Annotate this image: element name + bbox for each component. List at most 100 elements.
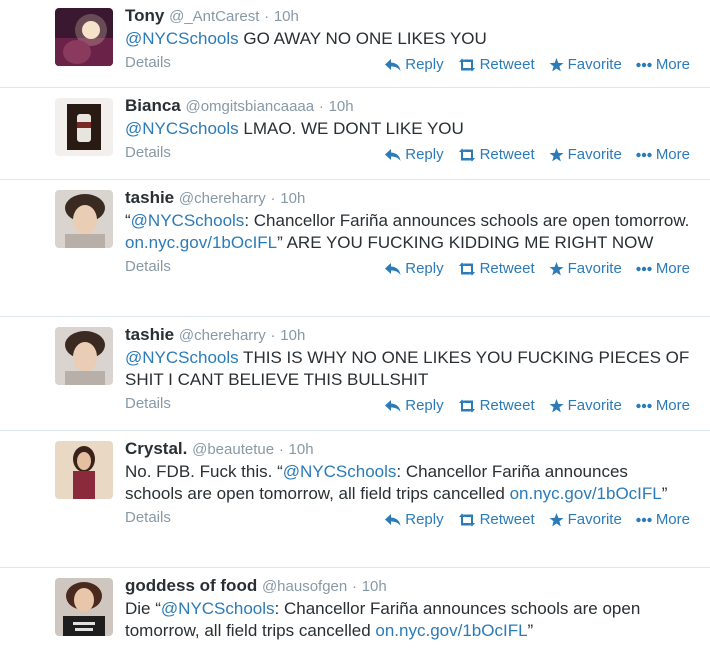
tweet-text: “@NYCSchools: Chancellor Fariña announce… (125, 210, 690, 254)
avatar[interactable] (55, 327, 113, 385)
retweet-label: Retweet (479, 146, 535, 163)
tweet-footer: Details Reply Retweet Favorite More (125, 393, 690, 419)
tweet-item[interactable]: Crystal. @beautetue · 10h No. FDB. Fuck … (0, 431, 710, 568)
more-button[interactable]: More (636, 146, 690, 163)
retweet-button[interactable]: Retweet (458, 397, 535, 414)
retweet-label: Retweet (479, 511, 535, 528)
more-dots-icon (636, 403, 652, 408)
tweet-item[interactable]: tashie @chereharry · 10h “@NYCSchools: C… (0, 180, 710, 317)
more-label: More (655, 260, 690, 277)
mention-link[interactable]: @NYCSchools (161, 599, 275, 618)
user-name[interactable]: Crystal. (125, 439, 187, 458)
tweet-text-segment: ” (527, 621, 534, 640)
tweet-footer: Details Reply Retweet Favorite More (125, 507, 690, 533)
mention-link[interactable]: @NYCSchools (125, 348, 239, 367)
url-link[interactable]: on.nyc.gov/1bOcIFL (510, 484, 662, 503)
tweet-text: No. FDB. Fuck this. “@NYCSchools: Chance… (125, 461, 690, 505)
tweet-footer: Details Reply Retweet Favorite More (125, 256, 690, 282)
more-label: More (655, 56, 690, 73)
more-dots-icon (636, 266, 652, 271)
details-link[interactable]: Details (125, 144, 171, 161)
reply-button[interactable]: Reply (385, 397, 444, 414)
tweet-footer: Details Reply Retweet Favorite More (125, 142, 690, 168)
tweet-text-segment: Die “ (125, 599, 161, 618)
retweet-button[interactable]: Retweet (458, 56, 535, 73)
url-link[interactable]: on.nyc.gov/1bOcIFL (125, 233, 277, 252)
details-link[interactable]: Details (125, 54, 171, 71)
retweet-button[interactable]: Retweet (458, 511, 535, 528)
separator-dot: · (264, 8, 270, 25)
more-button[interactable]: More (636, 397, 690, 414)
reply-label: Reply (405, 397, 444, 414)
user-handle[interactable]: @_AntCarest (169, 8, 259, 25)
retweet-button[interactable]: Retweet (458, 260, 535, 277)
tweet-text: @NYCSchools THIS IS WHY NO ONE LIKES YOU… (125, 347, 690, 391)
url-link[interactable]: on.nyc.gov/1bOcIFL (375, 621, 527, 640)
favorite-button[interactable]: Favorite (549, 56, 622, 73)
retweet-label: Retweet (479, 260, 535, 277)
separator-dot: · (318, 98, 324, 115)
retweet-icon (458, 262, 475, 275)
star-icon (549, 147, 564, 161)
avatar[interactable] (55, 190, 113, 248)
favorite-label: Favorite (567, 146, 622, 163)
timestamp[interactable]: 10h (280, 327, 305, 344)
tweet-item[interactable]: Bianca @omgitsbiancaaaa · 10h @NYCSchool… (0, 88, 710, 180)
tweet-text: Die “@NYCSchools: Chancellor Fariña anno… (125, 598, 690, 642)
reply-button[interactable]: Reply (385, 511, 444, 528)
retweet-button[interactable]: Retweet (458, 146, 535, 163)
star-icon (549, 261, 564, 275)
favorite-label: Favorite (567, 260, 622, 277)
reply-icon (385, 262, 401, 275)
favorite-button[interactable]: Favorite (549, 397, 622, 414)
mention-link[interactable]: @NYCSchools (125, 119, 239, 138)
details-link[interactable]: Details (125, 395, 171, 412)
user-handle[interactable]: @chereharry (179, 327, 266, 344)
user-handle[interactable]: @omgitsbiancaaaa (185, 98, 314, 115)
tweet-text-segment: No. FDB. Fuck this. “ (125, 462, 283, 481)
user-name[interactable]: tashie (125, 325, 174, 344)
user-name[interactable]: tashie (125, 188, 174, 207)
tweet-item[interactable]: Tony @_AntCarest · 10h @NYCSchools GO AW… (0, 0, 710, 88)
tweet-actions: Reply Retweet Favorite More (385, 397, 690, 414)
mention-link[interactable]: @NYCSchools (125, 29, 239, 48)
more-label: More (655, 511, 690, 528)
more-label: More (655, 146, 690, 163)
reply-button[interactable]: Reply (385, 56, 444, 73)
avatar[interactable] (55, 578, 113, 636)
retweet-icon (458, 513, 475, 526)
user-handle[interactable]: @beautetue (192, 441, 274, 458)
user-name[interactable]: Tony (125, 6, 164, 25)
mention-link[interactable]: @NYCSchools (131, 211, 245, 230)
timestamp[interactable]: 10h (289, 441, 314, 458)
user-handle[interactable]: @chereharry (179, 190, 266, 207)
favorite-button[interactable]: Favorite (549, 511, 622, 528)
details-link[interactable]: Details (125, 258, 171, 275)
favorite-label: Favorite (567, 397, 622, 414)
avatar[interactable] (55, 98, 113, 156)
reply-button[interactable]: Reply (385, 146, 444, 163)
user-handle[interactable]: @hausofgen (262, 578, 347, 595)
timestamp[interactable]: 10h (280, 190, 305, 207)
timestamp[interactable]: 10h (329, 98, 354, 115)
favorite-button[interactable]: Favorite (549, 146, 622, 163)
more-button[interactable]: More (636, 56, 690, 73)
favorite-label: Favorite (567, 56, 622, 73)
reply-icon (385, 58, 401, 71)
more-button[interactable]: More (636, 260, 690, 277)
more-button[interactable]: More (636, 511, 690, 528)
favorite-button[interactable]: Favorite (549, 260, 622, 277)
separator-dot: · (270, 327, 276, 344)
tweet-item[interactable]: tashie @chereharry · 10h @NYCSchools THI… (0, 317, 710, 431)
tweet-footer: Details Reply Retweet Favorite More (125, 52, 690, 78)
details-link[interactable]: Details (125, 509, 171, 526)
tweet-item[interactable]: goddess of food @hausofgen · 10h Die “@N… (0, 568, 710, 658)
reply-button[interactable]: Reply (385, 260, 444, 277)
user-name[interactable]: Bianca (125, 96, 181, 115)
timestamp[interactable]: 10h (274, 8, 299, 25)
user-name[interactable]: goddess of food (125, 576, 257, 595)
mention-link[interactable]: @NYCSchools (283, 462, 397, 481)
avatar[interactable] (55, 8, 113, 66)
avatar[interactable] (55, 441, 113, 499)
timestamp[interactable]: 10h (362, 578, 387, 595)
